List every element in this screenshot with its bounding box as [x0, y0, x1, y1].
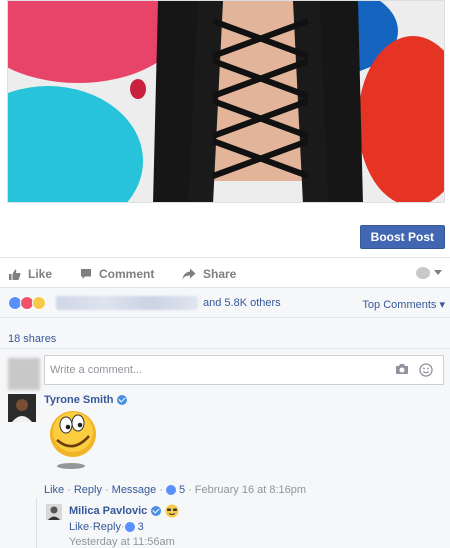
verified-badge-icon: [151, 506, 162, 516]
comment-author[interactable]: Tyrone Smith: [44, 394, 128, 406]
share-icon: [182, 268, 196, 280]
reply-reply-link[interactable]: Reply: [93, 521, 121, 533]
reactor-names-blurred[interactable]: [56, 296, 198, 310]
comment-like-count[interactable]: 5: [179, 484, 185, 496]
comment-action[interactable]: Comment: [80, 266, 154, 282]
comment-message-link[interactable]: Message: [112, 484, 157, 496]
share-label: Share: [203, 267, 237, 281]
reply-meta: Like · Reply · 3: [69, 521, 144, 533]
reply-like-link[interactable]: Like: [69, 521, 89, 533]
reply-timestamp[interactable]: Yesterday at 11:56am: [69, 536, 175, 548]
comment-reply-link[interactable]: Reply: [74, 484, 102, 496]
comment-author-name: Tyrone Smith: [44, 394, 114, 406]
like-action[interactable]: Like: [8, 266, 52, 282]
reply-like-count[interactable]: 3: [138, 521, 144, 533]
current-user-avatar: [8, 358, 40, 390]
verified-badge-icon: [117, 395, 128, 405]
camera-icon[interactable]: [395, 363, 409, 375]
sticker-icon[interactable]: [419, 363, 433, 377]
caret-down-icon: ▾: [439, 299, 445, 311]
shares-link[interactable]: 18 shares: [8, 333, 56, 345]
post-photo[interactable]: [7, 0, 445, 203]
comment-sticker: [45, 410, 103, 473]
comment-like-link[interactable]: Like: [44, 484, 64, 496]
reactions-others-link[interactable]: and 5.8K others: [203, 297, 281, 309]
like-count-icon: [165, 485, 176, 495]
comment-meta: Like · Reply · Message · 5 · February 16…: [44, 484, 306, 496]
reply-author-name: Milica Pavlovic: [69, 505, 148, 517]
boost-row: Boost Post: [0, 203, 450, 258]
comment-icon: [81, 269, 91, 279]
top-comments-dropdown[interactable]: Top Comments ▾: [362, 298, 445, 311]
separator: ·: [188, 484, 192, 496]
top-comments-label: Top Comments: [362, 299, 437, 311]
post-menu[interactable]: [415, 266, 443, 283]
reply-thread-line: [36, 498, 37, 548]
like-count-icon: [124, 522, 135, 532]
share-action[interactable]: Share: [182, 266, 236, 282]
separator: ·: [104, 484, 109, 496]
like-label: Like: [28, 267, 53, 281]
feedback-section: and 5.8K others Top Comments ▾ 18 shares…: [0, 288, 450, 548]
comment-timestamp[interactable]: February 16 at 8:16pm: [195, 484, 306, 496]
commenter-avatar[interactable]: [8, 394, 36, 422]
reply-author-avatar[interactable]: [46, 504, 62, 520]
reactions-summary: and 5.8K others Top Comments ▾: [0, 288, 450, 318]
separator: ·: [159, 484, 163, 496]
comment-composer[interactable]: [44, 355, 444, 385]
chevron-down-icon: [416, 267, 442, 279]
boost-post-button[interactable]: Boost Post: [359, 225, 445, 249]
comment-composer-row: [0, 348, 450, 390]
post-actions-bar: Like Comment Share: [0, 258, 450, 288]
thumbs-up-icon: [9, 269, 21, 280]
comment-label: Comment: [99, 267, 155, 281]
comment-input[interactable]: [50, 362, 380, 378]
wow-reaction-icon[interactable]: [32, 296, 46, 310]
reply-author[interactable]: Milica Pavlovic: [69, 504, 179, 518]
separator: ·: [67, 484, 71, 496]
sunglasses-emoji-icon: [165, 504, 179, 518]
